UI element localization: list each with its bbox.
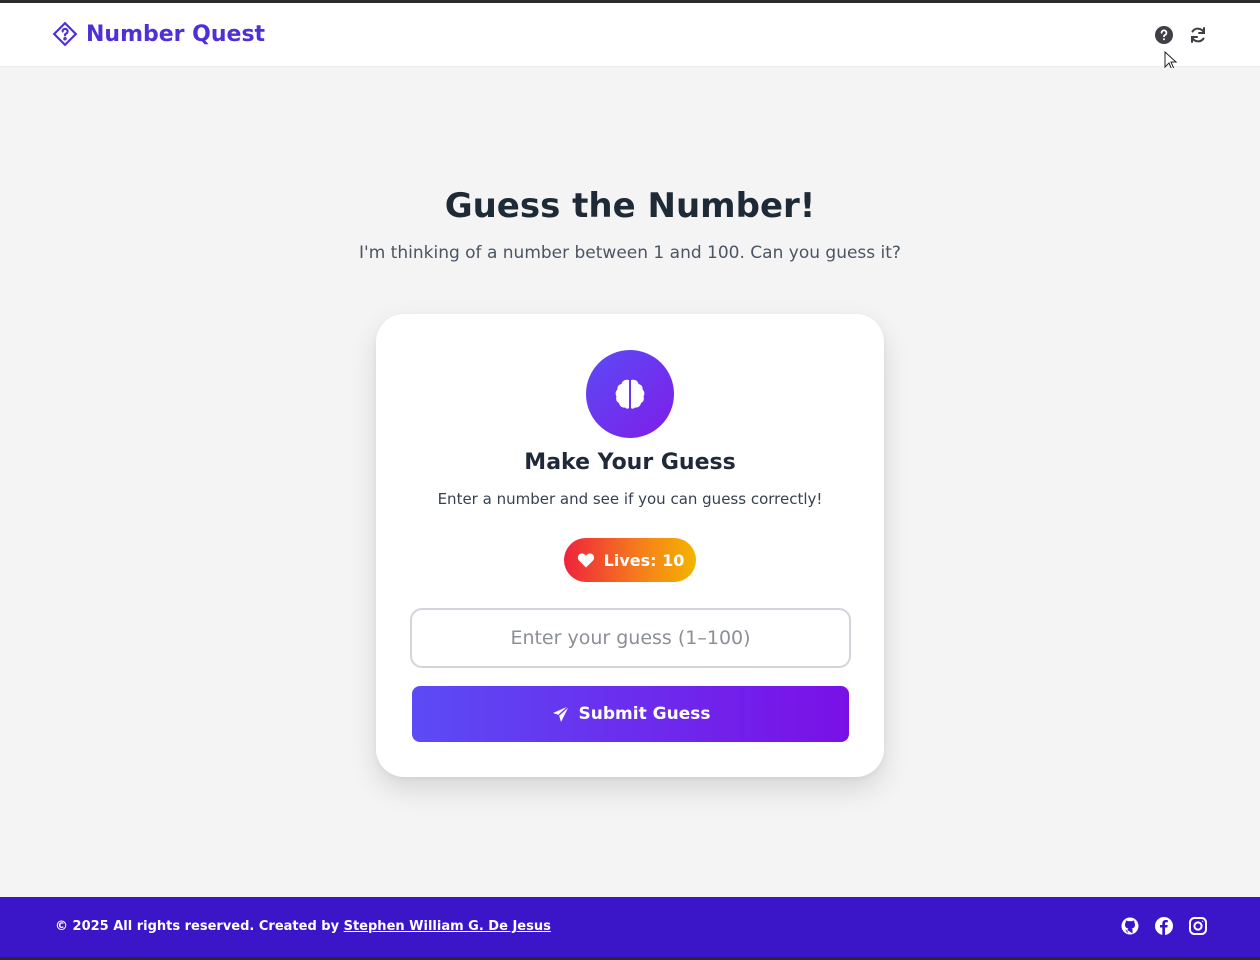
- send-icon: [552, 705, 569, 722]
- brain-icon: [615, 379, 645, 409]
- app-footer: © 2025 All rights reserved. Created by S…: [0, 897, 1260, 957]
- footer-copyright: © 2025 All rights reserved. Created by S…: [55, 919, 551, 934]
- instagram-icon[interactable]: [1188, 916, 1208, 936]
- page-title: Guess the Number!: [444, 186, 816, 226]
- guess-input[interactable]: [410, 608, 851, 668]
- lives-badge: Lives: 10: [564, 538, 696, 582]
- copyright-text: © 2025 All rights reserved. Created by: [55, 919, 340, 934]
- card-title: Make Your Guess: [524, 450, 736, 475]
- page-subtitle: I'm thinking of a number between 1 and 1…: [359, 243, 901, 263]
- submit-guess-button[interactable]: Submit Guess: [412, 686, 849, 742]
- card-subtitle: Enter a number and see if you can guess …: [437, 490, 823, 508]
- heart-icon: [577, 553, 594, 568]
- app-header: Number Quest: [0, 3, 1260, 67]
- brand-logo-link[interactable]: Number Quest: [52, 21, 265, 47]
- main-content: Guess the Number! I'm thinking of a numb…: [0, 68, 1260, 897]
- author-link[interactable]: Stephen William G. De Jesus: [344, 919, 551, 934]
- refresh-icon[interactable]: [1188, 25, 1208, 45]
- diamond-question-icon: [52, 21, 78, 47]
- facebook-icon[interactable]: [1154, 916, 1174, 936]
- brand-name: Number Quest: [86, 21, 266, 47]
- submit-guess-label: Submit Guess: [578, 704, 711, 724]
- help-icon[interactable]: [1154, 25, 1174, 45]
- brain-badge: [586, 350, 674, 438]
- guess-card: Make Your Guess Enter a number and see i…: [376, 314, 884, 777]
- github-icon[interactable]: [1120, 916, 1140, 936]
- lives-label: Lives: 10: [603, 550, 685, 570]
